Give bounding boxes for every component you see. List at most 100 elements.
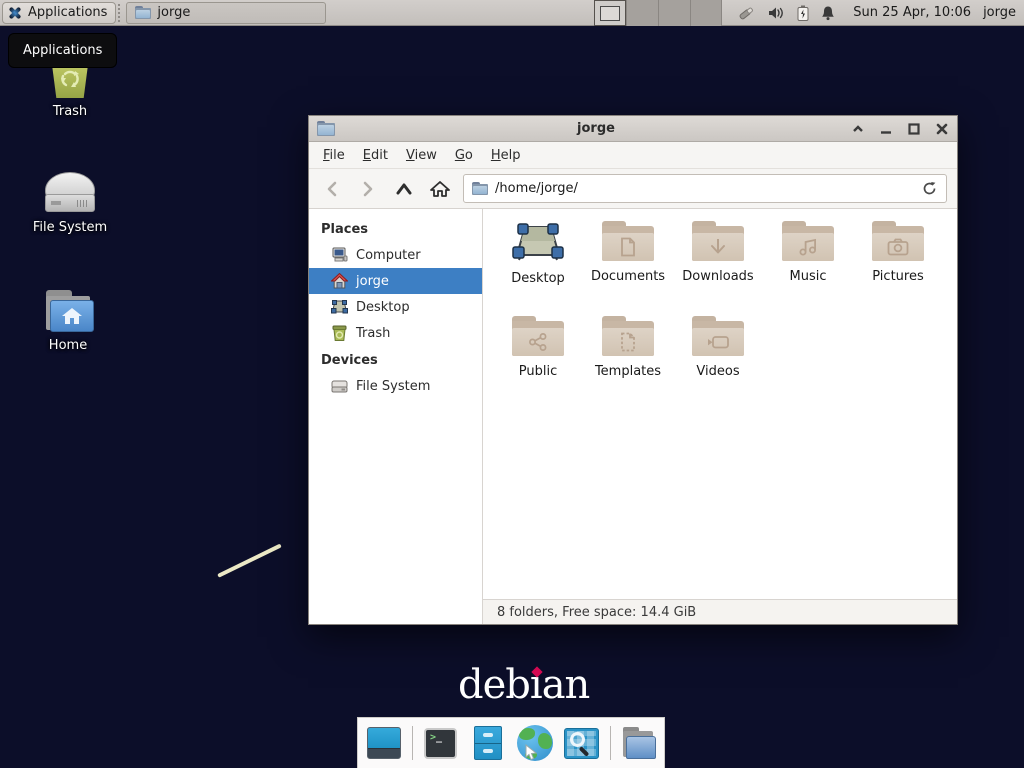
pictures-folder-icon — [872, 221, 924, 261]
file-view[interactable]: Desktop Documents Downloads — [483, 209, 957, 599]
file-manager-launcher[interactable] — [469, 724, 507, 762]
menu-go[interactable]: Go — [447, 144, 481, 167]
sidebar-item-computer[interactable]: Computer — [309, 242, 482, 268]
statusbar-text: 8 folders, Free space: 14.4 GiB — [497, 605, 696, 620]
menu-edit[interactable]: Edit — [355, 144, 396, 167]
battery-icon[interactable] — [797, 5, 809, 21]
show-desktop-button[interactable] — [365, 724, 403, 762]
folder-launcher[interactable] — [620, 724, 658, 762]
close-button[interactable] — [935, 122, 949, 136]
file-manager-window: jorge File Edit View Go Help /home/jorge… — [308, 115, 958, 625]
sidebar-item-trash[interactable]: Trash — [309, 320, 482, 346]
folder-label: Music — [764, 269, 852, 284]
desktop-folder-icon — [510, 221, 566, 263]
public-folder-icon — [512, 316, 564, 356]
desktop-icon-label: Home — [18, 338, 118, 353]
workspace-1[interactable] — [594, 0, 626, 26]
hard-drive-icon — [331, 378, 348, 394]
web-browser-launcher[interactable] — [516, 724, 554, 762]
show-desktop-icon — [367, 727, 401, 759]
desktop-icon-label: File System — [20, 220, 120, 235]
forward-button[interactable] — [355, 176, 381, 202]
folder-icon — [135, 6, 151, 19]
terminal-launcher[interactable]: >_ — [422, 724, 460, 762]
workspace-window-preview — [600, 6, 620, 21]
desktop-icon-label: Trash — [20, 104, 120, 119]
dock-folder-icon — [621, 727, 657, 759]
stylus-tray-icon[interactable] — [736, 5, 756, 21]
shade-button[interactable] — [851, 122, 865, 136]
debian-wordmark-i: ı — [530, 662, 542, 708]
minimize-button[interactable] — [879, 122, 893, 136]
debian-wordmark-part1: deb — [458, 662, 530, 708]
file-cabinet-icon — [474, 726, 502, 760]
folder-item-templates[interactable]: Templates — [584, 316, 672, 411]
notification-bell-icon[interactable] — [821, 5, 835, 21]
applications-menu-button[interactable]: Applications — [2, 2, 116, 24]
location-bar[interactable]: /home/jorge/ — [463, 174, 947, 203]
panel-clock[interactable]: Sun 25 Apr, 10:06 — [845, 5, 979, 20]
system-tray — [722, 5, 845, 21]
window-titlebar[interactable]: jorge — [309, 116, 957, 142]
folder-item-downloads[interactable]: Downloads — [674, 221, 762, 316]
home-icon — [331, 273, 348, 289]
desktop-icon-home[interactable]: Home — [18, 290, 118, 353]
workspace-3[interactable] — [658, 0, 690, 26]
music-folder-icon — [782, 221, 834, 261]
folder-item-music[interactable]: Music — [764, 221, 852, 316]
menubar: File Edit View Go Help — [309, 142, 957, 169]
folder-label: Documents — [584, 269, 672, 284]
workspace-4[interactable] — [690, 0, 722, 26]
panel-separator-handle — [118, 4, 124, 22]
workspace-2[interactable] — [626, 0, 658, 26]
path-input[interactable]: /home/jorge/ — [495, 181, 913, 196]
hard-drive-icon — [43, 170, 97, 214]
back-button[interactable] — [319, 176, 345, 202]
sidebar-item-filesystem[interactable]: File System — [309, 373, 482, 399]
applications-menu-label: Applications — [28, 5, 107, 20]
folder-label: Templates — [584, 364, 672, 379]
folder-item-pictures[interactable]: Pictures — [854, 221, 942, 316]
taskbar-window-button[interactable]: jorge — [126, 2, 326, 24]
sidebar-item-desktop[interactable]: Desktop — [309, 294, 482, 320]
reload-button[interactable] — [920, 180, 938, 198]
folder-label: Desktop — [494, 271, 582, 286]
app-finder-launcher[interactable] — [563, 724, 601, 762]
window-icon — [317, 121, 335, 136]
maximize-button[interactable] — [907, 122, 921, 136]
home-button[interactable] — [427, 176, 453, 202]
templates-folder-icon — [602, 316, 654, 356]
app-finder-icon — [564, 728, 599, 759]
folder-label: Public — [494, 364, 582, 379]
bottom-dock: >_ — [357, 717, 665, 768]
debian-wordmark: debıan — [458, 662, 589, 708]
volume-icon[interactable] — [768, 6, 785, 20]
folder-item-desktop[interactable]: Desktop — [494, 221, 582, 316]
folder-label: Pictures — [854, 269, 942, 284]
sidebar: Places Computer jorge Desktop Trash Devi… — [309, 209, 483, 624]
menu-file[interactable]: File — [315, 144, 353, 167]
toolbar: /home/jorge/ — [309, 169, 957, 209]
folder-item-videos[interactable]: Videos — [674, 316, 762, 411]
menu-help[interactable]: Help — [483, 144, 529, 167]
videos-folder-icon — [692, 316, 744, 356]
trash-icon — [331, 325, 348, 341]
sidebar-item-jorge[interactable]: jorge — [309, 268, 482, 294]
applications-tooltip: Applications — [8, 33, 117, 68]
dock-separator — [412, 726, 413, 760]
up-button[interactable] — [391, 176, 417, 202]
window-title: jorge — [341, 121, 851, 136]
debian-wordmark-part2: an — [542, 662, 590, 708]
path-folder-icon — [472, 182, 488, 195]
sidebar-item-label: File System — [356, 379, 430, 394]
xfce-menu-icon — [7, 5, 23, 21]
menu-view[interactable]: View — [398, 144, 445, 167]
taskbar-window-label: jorge — [157, 5, 190, 20]
terminal-icon: >_ — [424, 728, 457, 759]
desktop-icon-filesystem[interactable]: File System — [20, 170, 120, 235]
panel-username[interactable]: jorge — [979, 5, 1024, 20]
folder-item-documents[interactable]: Documents — [584, 221, 672, 316]
computer-icon — [331, 247, 348, 263]
folder-item-public[interactable]: Public — [494, 316, 582, 411]
top-panel: Applications jorge Sun 25 Apr, 1 — [0, 0, 1024, 26]
